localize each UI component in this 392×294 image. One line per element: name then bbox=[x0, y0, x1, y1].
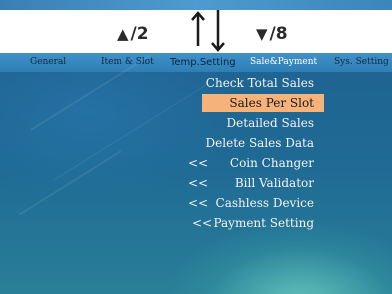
tab-general[interactable]: General bbox=[30, 53, 66, 72]
page-down-button[interactable]: ▼/8 bbox=[256, 23, 288, 45]
menu-item-payment-setting[interactable]: << Payment Setting bbox=[192, 214, 314, 232]
menu-panel: Check Total Sales Sales Per Slot Detaile… bbox=[0, 55, 392, 294]
menu-item-label: Cashless Device bbox=[215, 196, 314, 210]
menu-item-label: Delete Sales Data bbox=[205, 136, 314, 150]
tab-bar: General Item & Slot Temp.Setting Sale&Pa… bbox=[0, 53, 392, 72]
menu-item-cashless-device[interactable]: << Cashless Device bbox=[188, 194, 314, 212]
background-streak bbox=[18, 150, 122, 216]
tab-temp-setting[interactable]: Temp.Setting bbox=[170, 53, 236, 72]
menu-item-check-total-sales[interactable]: Check Total Sales bbox=[150, 74, 314, 92]
up-down-arrows-icon bbox=[191, 10, 225, 52]
vending-settings-screen: ▲/2 ▼/8 General Item & Slot Temp.Setting… bbox=[0, 0, 392, 294]
menu-item-detailed-sales[interactable]: Detailed Sales bbox=[150, 114, 314, 132]
menu-item-label: Detailed Sales bbox=[226, 116, 314, 130]
menu-item-coin-changer[interactable]: << Coin Changer bbox=[188, 154, 314, 172]
menu-item-label: Check Total Sales bbox=[205, 76, 314, 90]
menu-item-label: Payment Setting bbox=[213, 216, 314, 230]
menu-item-label: Sales Per Slot bbox=[229, 96, 314, 110]
down-triangle-icon: ▼ bbox=[256, 25, 268, 43]
up-triangle-icon: ▲ bbox=[117, 25, 129, 43]
tab-sys-setting[interactable]: Sys. Setting bbox=[334, 53, 389, 72]
menu-item-bill-validator[interactable]: << Bill Validator bbox=[188, 174, 314, 192]
submenu-marker: << bbox=[188, 196, 209, 210]
navigation-panel: ▲/2 ▼/8 bbox=[0, 10, 392, 53]
submenu-marker: << bbox=[188, 156, 209, 170]
page-up-button[interactable]: ▲/2 bbox=[117, 23, 149, 45]
page-down-label: /8 bbox=[269, 24, 288, 44]
top-strip bbox=[0, 0, 392, 10]
submenu-marker: << bbox=[192, 216, 213, 230]
menu-item-delete-sales-data[interactable]: Delete Sales Data bbox=[150, 134, 314, 152]
menu-item-label: Bill Validator bbox=[234, 176, 314, 190]
submenu-marker: << bbox=[188, 176, 209, 190]
tab-sale-payment[interactable]: Sale&Payment bbox=[250, 53, 317, 72]
menu-item-sales-per-slot[interactable]: Sales Per Slot bbox=[202, 94, 324, 112]
menu-item-label: Coin Changer bbox=[229, 156, 314, 170]
page-up-label: /2 bbox=[130, 24, 149, 44]
